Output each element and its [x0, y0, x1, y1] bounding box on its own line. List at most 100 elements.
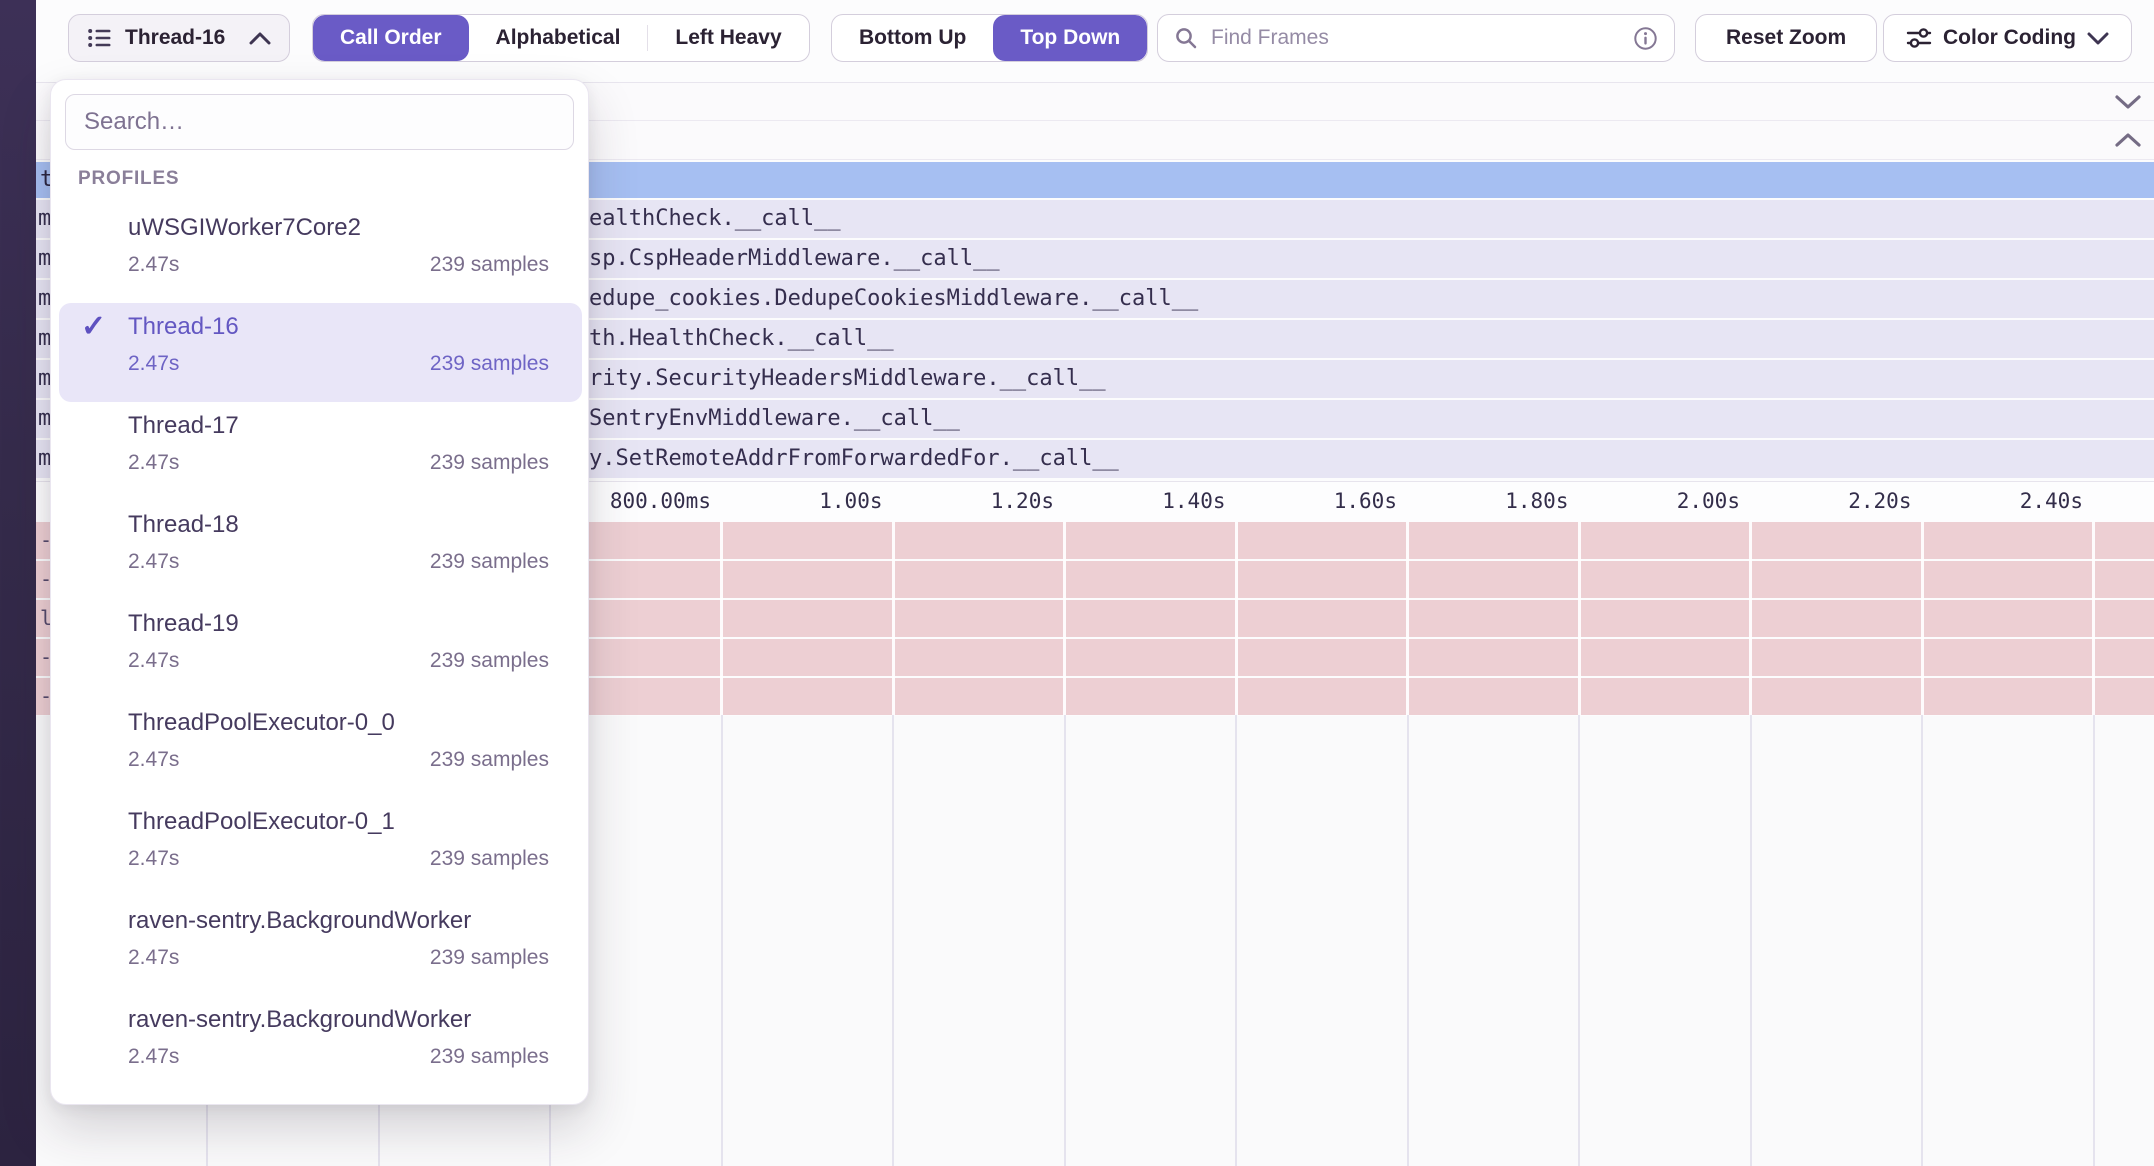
chevron-down-icon[interactable] — [2114, 94, 2142, 110]
profile-option[interactable]: Thread-19 2.47s 239 samples — [59, 600, 582, 699]
time-gridline — [720, 522, 723, 715]
time-gridline — [1921, 522, 1924, 715]
time-gridline — [2092, 522, 2095, 715]
color-coding-button[interactable]: Color Coding — [1883, 14, 2132, 62]
time-gridline — [1407, 714, 1409, 1166]
view-direction-group: Bottom UpTop Down — [831, 14, 1148, 62]
profile-samples: 239 samples — [430, 352, 549, 376]
profile-samples: 239 samples — [430, 649, 549, 673]
sort-option-left-heavy[interactable]: Left Heavy — [648, 15, 808, 61]
profile-name: ThreadPoolExecutor-0_1 — [128, 808, 395, 836]
frame-label: SentryEnvMiddleware.__call__ — [589, 400, 960, 438]
profile-samples: 239 samples — [430, 748, 549, 772]
axis-tick-label: 1.00s — [819, 481, 882, 522]
find-frames-input[interactable] — [1209, 25, 1622, 51]
profiles-section-label: PROFILES — [78, 168, 179, 190]
sort-order-group: Call OrderAlphabeticalLeft Heavy — [312, 14, 810, 62]
profile-samples: 239 samples — [430, 1045, 549, 1069]
profile-duration: 2.47s — [128, 550, 179, 574]
time-gridline — [1921, 714, 1923, 1166]
chevron-down-icon — [2087, 32, 2109, 45]
profile-option[interactable]: Thread-18 2.47s 239 samples — [59, 501, 582, 600]
profile-samples: 239 samples — [430, 451, 549, 475]
profile-duration: 2.47s — [128, 253, 179, 277]
time-gridline — [1749, 522, 1752, 715]
direction-option-bottom-up[interactable]: Bottom Up — [832, 15, 993, 61]
sort-option-alphabetical[interactable]: Alphabetical — [469, 15, 648, 61]
search-icon — [1174, 26, 1198, 50]
left-sidebar-strip — [0, 0, 36, 1166]
chevron-up-icon[interactable] — [2114, 132, 2142, 148]
axis-tick-label: 1.60s — [1334, 481, 1397, 522]
profile-option[interactable]: Thread-17 2.47s239 samples — [59, 402, 582, 501]
frame-label: ealthCheck.__call__ — [589, 200, 841, 238]
profile-name: Thread-19 — [128, 610, 239, 638]
profile-name: Thread-18 — [128, 511, 239, 539]
profile-name: Thread-17 — [128, 412, 239, 440]
axis-tick-label: 2.00s — [1677, 481, 1740, 522]
profile-search-box[interactable] — [65, 94, 574, 150]
profile-meta: 2.47s 239 samples — [128, 550, 549, 574]
profile-name: uWSGIWorker7Core2 — [128, 214, 361, 242]
profile-samples: 239 samples — [430, 550, 549, 574]
profile-option[interactable]: raven-sentry.BackgroundWorker 2.47s239 sa… — [59, 996, 582, 1095]
thread-selector-label: Thread-16 — [125, 26, 225, 50]
profile-meta: 2.47s 239 samples — [128, 253, 549, 277]
axis-tick-label: 1.80s — [1505, 481, 1568, 522]
time-gridline — [1750, 714, 1752, 1166]
chevron-up-icon — [249, 32, 271, 45]
time-gridline — [892, 714, 894, 1166]
profile-duration: 2.47s — [128, 352, 179, 376]
reset-zoom-button[interactable]: Reset Zoom — [1695, 14, 1877, 62]
time-gridline — [721, 714, 723, 1166]
time-gridline — [1406, 522, 1409, 715]
profile-samples: 239 samples — [430, 253, 549, 277]
frame-label: y.SetRemoteAddrFromForwardedFor.__call__ — [589, 440, 1119, 478]
profile-meta: 2.47s239 samples — [128, 1045, 549, 1069]
profile-search-input[interactable] — [82, 107, 557, 137]
profiler-flamegraph-screen: t mealthCheck.__call__msp.CspHeaderMiddl… — [0, 0, 2154, 1166]
profile-name: raven-sentry.BackgroundWorker — [128, 1006, 471, 1034]
profile-selector-dropdown: PROFILES uWSGIWorker7Core2 2.47s 239 sampl… — [50, 79, 589, 1105]
sort-option-call-order[interactable]: Call Order — [313, 15, 469, 61]
axis-tick-label: 2.40s — [2020, 481, 2083, 522]
check-icon: ✓ — [81, 309, 106, 344]
info-icon[interactable] — [1633, 26, 1658, 51]
profile-option[interactable]: ThreadPoolExecutor-0_02.47s239 samples — [59, 699, 582, 798]
profile-meta: 2.47s239 samples — [128, 451, 549, 475]
profile-option-selected[interactable]: ✓ Thread-16 2.47s 239 samples — [59, 303, 582, 402]
frame-label: rity.SecurityHeadersMiddleware.__call__ — [589, 360, 1106, 398]
profile-name: ThreadPoolExecutor-0_0 — [128, 709, 395, 737]
profile-meta: 2.47s239 samples — [128, 847, 549, 871]
profile-duration: 2.47s — [128, 649, 179, 673]
profile-meta: 2.47s 239 samples — [128, 649, 549, 673]
axis-tick-label: 800.00ms — [610, 481, 711, 522]
frame-label: th.HealthCheck.__call__ — [589, 320, 894, 358]
profile-meta: 2.47s239 samples — [128, 946, 549, 970]
profile-samples: 239 samples — [430, 847, 549, 871]
time-gridline — [892, 522, 895, 715]
list-icon — [87, 25, 113, 51]
sliders-icon — [1906, 25, 1932, 51]
thread-selector-button[interactable]: Thread-16 — [68, 14, 290, 62]
time-gridline — [1578, 714, 1580, 1166]
time-gridline — [1063, 522, 1066, 715]
axis-tick-label: 2.20s — [1848, 481, 1911, 522]
axis-tick-label: 1.40s — [1162, 481, 1225, 522]
profile-name: Thread-16 — [128, 313, 239, 341]
find-frames-search[interactable] — [1157, 14, 1675, 62]
profile-option[interactable]: ThreadPoolExecutor-0_1 2.47s239 samples — [59, 798, 582, 897]
profile-list: uWSGIWorker7Core22.47s239 samples✓Thread… — [51, 204, 588, 1098]
frame-label: edupe_cookies.DedupeCookiesMiddleware.__… — [589, 280, 1198, 318]
frame-label: sp.CspHeaderMiddleware.__call__ — [589, 240, 1000, 278]
profile-option[interactable]: raven-sentry.BackgroundWorker2.47s239 sa… — [59, 897, 582, 996]
profile-samples: 239 samples — [430, 946, 549, 970]
profile-option[interactable]: uWSGIWorker7Core2 2.47s 239 samples — [59, 204, 582, 303]
color-coding-label: Color Coding — [1943, 26, 2076, 50]
profile-meta: 2.47s 239 samples — [128, 352, 549, 376]
direction-option-top-down[interactable]: Top Down — [993, 15, 1147, 61]
time-gridline — [1578, 522, 1581, 715]
toolbar: Thread-16 Call OrderAlphabeticalLeft Hea… — [36, 0, 2154, 83]
time-gridline — [2093, 714, 2095, 1166]
axis-tick-label: 1.20s — [991, 481, 1054, 522]
